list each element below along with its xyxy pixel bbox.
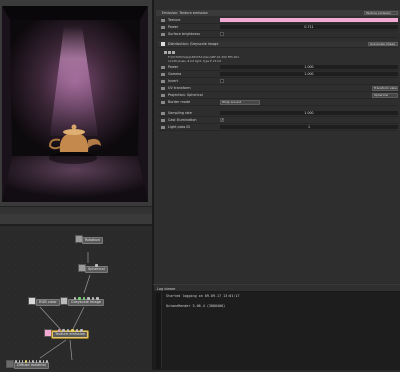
expand-toggle[interactable]: [161, 118, 165, 122]
uv-transform-dropdown[interactable]: Transform value: [372, 86, 398, 91]
log-header: Log viewer: [154, 285, 400, 292]
diffuse-thumbnail: [6, 360, 14, 368]
cast-illumination-checkbox[interactable]: ✓: [220, 118, 224, 123]
row-label: Cast illumination: [168, 118, 197, 123]
log-line: OctaneRender 3.06.4 (3060400): [166, 304, 226, 308]
expand-toggle[interactable]: [161, 100, 165, 104]
surface-brightness-checkbox[interactable]: [220, 32, 224, 37]
node-texture-emission[interactable]: Texture emission: [52, 329, 89, 338]
row-distribution: Distribution: Greyscale image Greyscale …: [158, 41, 398, 48]
row-label: Sampling rate: [168, 111, 192, 116]
inspector-node-type-dropdown[interactable]: Texture emission: [364, 10, 398, 15]
log-gutter: [156, 293, 162, 369]
expand-toggle[interactable]: [161, 79, 165, 83]
row-gamma: Gamma 1.000: [158, 72, 398, 78]
row-projection: Projection: Spherical Spherical: [158, 93, 398, 99]
row-border-mode: Border mode Wrap around: [158, 100, 398, 106]
render-image[interactable]: [2, 6, 148, 202]
row-invert: Invert: [158, 79, 398, 85]
row-uv-transform: UV transform Transform value: [158, 86, 398, 92]
node-label: Diffuse material: [17, 363, 46, 367]
node-label: Spherical: [88, 267, 105, 271]
row-image-power: Power 1.000: [158, 65, 398, 71]
rendered-scene: [2, 6, 148, 202]
node-spherical[interactable]: Spherical: [85, 264, 108, 273]
viewport-statusbar: [0, 206, 152, 214]
row-label: Light pass ID: [168, 125, 190, 130]
expand-toggle[interactable]: [161, 86, 165, 90]
node-graph-editor[interactable]: Rotation Spherical RGB color Greyscale i…: [0, 224, 152, 370]
collapse-toggle[interactable]: [161, 42, 165, 46]
gamma-slider[interactable]: 1.000: [220, 72, 398, 77]
expand-toggle[interactable]: [161, 65, 165, 69]
node-rgb-color[interactable]: RGB color: [36, 299, 60, 306]
image-info: F:\OCTOPUS\wip\3832511\lens\IRF-01 500 F…: [164, 49, 394, 63]
expand-toggle[interactable]: [161, 125, 165, 129]
row-light-pass-id: Light pass ID 1: [158, 125, 398, 131]
power-slider[interactable]: 0.711: [220, 25, 398, 30]
node-greyscale-image[interactable]: Greyscale image: [68, 297, 105, 306]
row-cast-illumination: Cast illumination ✓: [158, 118, 398, 124]
inspector-header: Emission: Texture emission Texture emiss…: [156, 10, 400, 16]
texture-emission-thumbnail: [44, 329, 52, 337]
sampling-rate-slider[interactable]: 1.000: [220, 111, 398, 116]
greyscale-thumbnail: [60, 297, 68, 305]
node-label: RGB color: [39, 300, 57, 304]
invert-checkbox[interactable]: [220, 79, 224, 84]
node-diffuse-material[interactable]: Diffuse material: [14, 360, 49, 369]
expand-toggle[interactable]: [161, 72, 165, 76]
projection-dropdown[interactable]: Spherical: [372, 93, 398, 98]
expand-toggle[interactable]: [161, 32, 165, 36]
row-label: Surface brightness: [168, 32, 200, 37]
row-label: Invert: [168, 79, 178, 84]
row-power: Power 0.711: [158, 25, 398, 31]
image-toolbar[interactable]: [164, 50, 182, 54]
expand-toggle[interactable]: [161, 111, 165, 115]
row-label: Power: [168, 25, 179, 30]
row-texture: Texture: [158, 18, 398, 24]
row-surface-brightness: Surface brightness: [158, 32, 398, 38]
row-label: Projection: Spherical: [168, 93, 203, 98]
row-sampling-rate: Sampling rate 1.000: [158, 111, 398, 117]
render-viewport[interactable]: [0, 0, 152, 224]
light-pass-id-slider[interactable]: 1: [220, 125, 398, 130]
log-line: Started logging on 09.09.17 13:01:17: [166, 294, 240, 298]
border-mode-dropdown[interactable]: Wrap around: [220, 100, 260, 105]
rgb-color-thumbnail: [28, 297, 36, 305]
texture-color-swatch[interactable]: [220, 18, 398, 23]
log-viewer: Log viewer Started logging on 09.09.17 1…: [152, 284, 400, 370]
row-label: Border mode: [168, 100, 191, 105]
row-label: Texture: [168, 18, 181, 23]
log-title: Log viewer: [157, 286, 176, 291]
node-inspector: Emission: Texture emission Texture emiss…: [152, 0, 400, 284]
image-details: 1x128 pixels, 8-bit light, Type E 16 bit: [168, 59, 221, 63]
row-label: Distribution: Greyscale image: [168, 42, 219, 46]
expand-toggle[interactable]: [161, 18, 165, 22]
node-label: Texture emission: [55, 332, 86, 336]
expand-toggle[interactable]: [161, 25, 165, 29]
row-label: UV transform: [168, 86, 191, 91]
inspector-title: Emission: Texture emission: [162, 11, 208, 15]
row-label: Gamma: [168, 72, 182, 77]
image-power-slider[interactable]: 1.000: [220, 65, 398, 70]
node-label: Rotation: [85, 238, 101, 242]
node-label: Greyscale image: [71, 300, 102, 304]
expand-toggle[interactable]: [161, 93, 165, 97]
distribution-type-dropdown[interactable]: Greyscale image: [368, 41, 398, 47]
row-label: Power: [168, 65, 179, 70]
node-rotation[interactable]: Rotation: [82, 237, 104, 244]
